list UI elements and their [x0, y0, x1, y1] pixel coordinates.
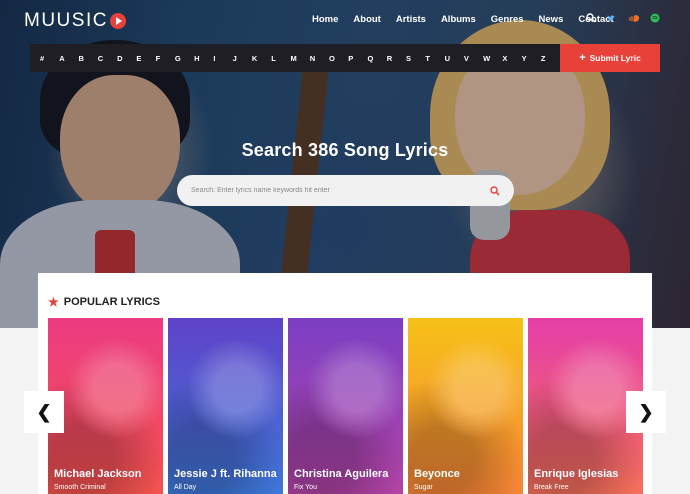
alpha-filter-item[interactable]: T	[425, 54, 444, 63]
header-icons	[586, 13, 660, 23]
alpha-filter-item[interactable]: P	[348, 54, 367, 63]
alpha-filter-item[interactable]: F	[156, 54, 175, 63]
alpha-filter-item[interactable]: A	[59, 54, 78, 63]
search-input[interactable]	[191, 187, 490, 194]
alpha-filter-item[interactable]: W	[483, 54, 502, 63]
alpha-filter-item[interactable]: N	[310, 54, 329, 63]
logo-text: MUUSIC	[24, 10, 108, 31]
carousel-next-button[interactable]: ❯	[626, 391, 666, 433]
alpha-filter-item[interactable]: J	[233, 54, 252, 63]
card-song[interactable]: Fix You	[294, 484, 317, 491]
alpha-filter-item[interactable]: U	[445, 54, 464, 63]
card-song[interactable]: Sugar	[414, 484, 433, 491]
spotify-icon[interactable]	[650, 13, 660, 23]
alpha-filter-item[interactable]: Y	[522, 54, 541, 63]
twitter-icon[interactable]	[606, 13, 616, 23]
alpha-filter-item[interactable]: E	[136, 54, 155, 63]
lyric-card[interactable]: Beyonce Sugar	[408, 318, 523, 494]
alpha-filter-item[interactable]: M	[290, 54, 309, 63]
alpha-filter-item[interactable]: D	[117, 54, 136, 63]
popular-lyrics-title: POPULAR LYRICS	[63, 296, 160, 308]
alpha-filter-item[interactable]: H	[194, 54, 213, 63]
nav-genres[interactable]: Genres	[491, 14, 524, 25]
soundcloud-icon[interactable]	[626, 13, 640, 23]
alpha-filter-item[interactable]: X	[502, 54, 521, 63]
card-artist[interactable]: Michael Jackson	[54, 468, 141, 480]
section-title: ★ POPULAR LYRICS	[48, 295, 160, 309]
search-icon[interactable]	[490, 185, 500, 196]
card-song[interactable]: Break Free	[534, 484, 569, 491]
alpha-filter-item[interactable]: V	[464, 54, 483, 63]
submit-lyric-label: Submit Lyric	[589, 53, 641, 63]
star-icon: ★	[48, 295, 59, 309]
lyric-card[interactable]: Jessie J ft. Rihanna All Day	[168, 318, 283, 494]
alpha-filter-item[interactable]: O	[329, 54, 348, 63]
popular-lyrics-panel: ★ POPULAR LYRICS Michael Jackson Smooth C…	[38, 273, 652, 494]
card-artist[interactable]: Christina Aguilera	[294, 468, 388, 480]
nav-news[interactable]: News	[539, 14, 564, 25]
alpha-filter-item[interactable]: L	[271, 54, 290, 63]
main-nav: Home About Artists Albums Genres News Co…	[312, 14, 629, 25]
plus-icon: +	[579, 52, 586, 64]
nav-about[interactable]: About	[353, 14, 380, 25]
card-artist[interactable]: Jessie J ft. Rihanna	[174, 468, 277, 480]
alpha-filter-item[interactable]: R	[387, 54, 406, 63]
alphabet-filter: # A B C D E F G H I J K L M N O P Q R S T U V W X Y Z	[30, 44, 560, 72]
chevron-left-icon: ❮	[36, 401, 52, 422]
card-song[interactable]: Smooth Criminal	[54, 484, 106, 491]
alpha-filter-item[interactable]: #	[40, 54, 59, 63]
alpha-filter-item[interactable]: Z	[541, 54, 560, 63]
search-icon[interactable]	[586, 13, 596, 23]
play-icon	[109, 13, 126, 29]
alpha-filter-item[interactable]: C	[98, 54, 117, 63]
alpha-filter-item[interactable]: B	[79, 54, 98, 63]
chevron-right-icon: ❯	[638, 401, 654, 422]
lyrics-carousel: Michael Jackson Smooth Criminal Jessie J f…	[48, 318, 643, 494]
carousel-prev-button[interactable]: ❮	[24, 391, 64, 433]
search-bar[interactable]	[177, 175, 514, 206]
search-heading: Search 386 Song Lyrics	[241, 140, 449, 160]
alpha-filter-item[interactable]: K	[252, 54, 271, 63]
card-artist[interactable]: Beyonce	[414, 468, 460, 480]
nav-home[interactable]: Home	[312, 14, 338, 25]
lyric-card[interactable]: Christina Aguilera Fix You	[288, 318, 403, 494]
submit-lyric-button[interactable]: + Submit Lyric	[560, 44, 660, 72]
card-song[interactable]: All Day	[174, 484, 196, 491]
nav-albums[interactable]: Albums	[441, 14, 476, 25]
lyric-card[interactable]: Michael Jackson Smooth Criminal	[48, 318, 163, 494]
card-artist[interactable]: Enrique Iglesias	[534, 468, 618, 480]
alpha-filter-item[interactable]: Q	[368, 54, 387, 63]
alpha-filter-item[interactable]: G	[175, 54, 194, 63]
alpha-filter-item[interactable]: S	[406, 54, 425, 63]
alpha-filter-item[interactable]: I	[213, 54, 232, 63]
nav-artists[interactable]: Artists	[396, 14, 426, 25]
site-logo[interactable]: MUUSIC	[24, 10, 126, 32]
